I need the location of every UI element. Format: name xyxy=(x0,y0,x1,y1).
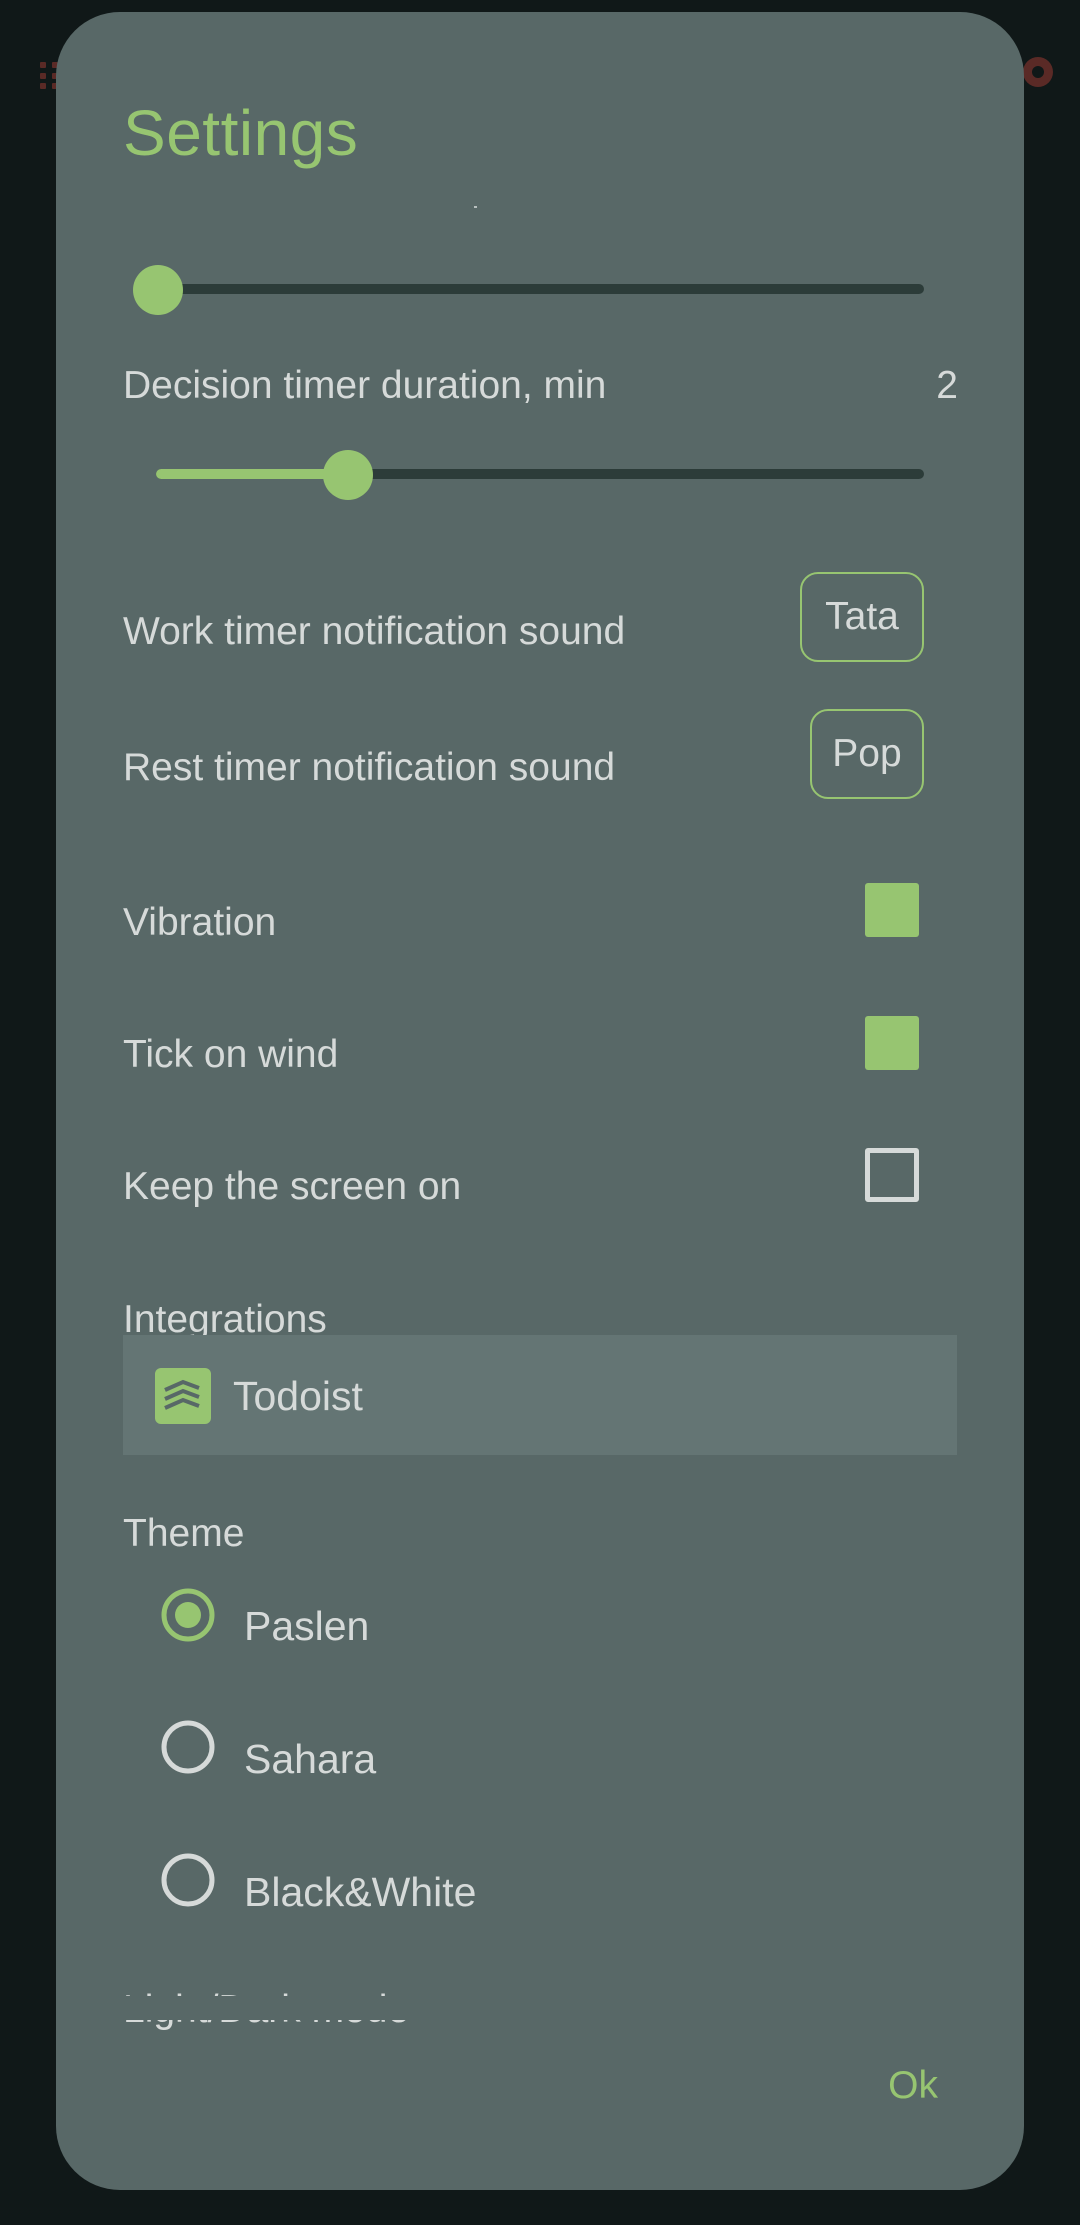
settings-dialog: Settings Decision timer duration, min 2 … xyxy=(56,12,1024,2190)
theme-option-label: Black&White xyxy=(244,1869,477,1915)
slider-track xyxy=(158,284,924,294)
decision-timer-slider[interactable] xyxy=(156,450,924,500)
dialog-title: Settings xyxy=(123,97,359,169)
rest-sound-label: Rest timer notification sound xyxy=(123,746,616,789)
theme-option-label: Paslen xyxy=(244,1603,370,1649)
rest-sound-button[interactable]: Pop xyxy=(810,709,924,799)
work-sound-label: Work timer notification sound xyxy=(123,610,626,653)
keep-screen-on-label: Keep the screen on xyxy=(123,1165,462,1208)
slider-thumb[interactable] xyxy=(323,450,373,500)
vibration-checkbox[interactable] xyxy=(865,883,919,937)
slider-thumb[interactable] xyxy=(133,265,183,315)
decision-timer-value: 2 xyxy=(936,364,958,407)
top-slider[interactable] xyxy=(133,265,924,315)
work-sound-button[interactable]: Tata xyxy=(800,572,924,662)
tick-on-wind-checkbox[interactable] xyxy=(865,1016,919,1070)
slider-fill xyxy=(156,469,348,479)
radio-paslen[interactable] xyxy=(160,1587,216,1643)
partial-label-artifact xyxy=(474,206,477,208)
tick-on-wind-label: Tick on wind xyxy=(123,1033,339,1076)
radio-black-white[interactable] xyxy=(160,1852,216,1908)
todoist-icon xyxy=(155,1368,211,1424)
integration-item-todoist[interactable]: Todoist xyxy=(123,1335,957,1455)
ok-button[interactable]: Ok xyxy=(888,2064,938,2108)
theme-heading: Theme xyxy=(123,1512,245,1555)
decision-timer-label: Decision timer duration, min xyxy=(123,364,607,407)
vibration-label: Vibration xyxy=(123,901,277,944)
keep-screen-on-checkbox[interactable] xyxy=(865,1148,919,1202)
integration-label: Todoist xyxy=(233,1373,363,1419)
scroll-clip xyxy=(56,1996,1024,2020)
radio-sahara[interactable] xyxy=(160,1719,216,1775)
theme-option-label: Sahara xyxy=(244,1736,377,1782)
